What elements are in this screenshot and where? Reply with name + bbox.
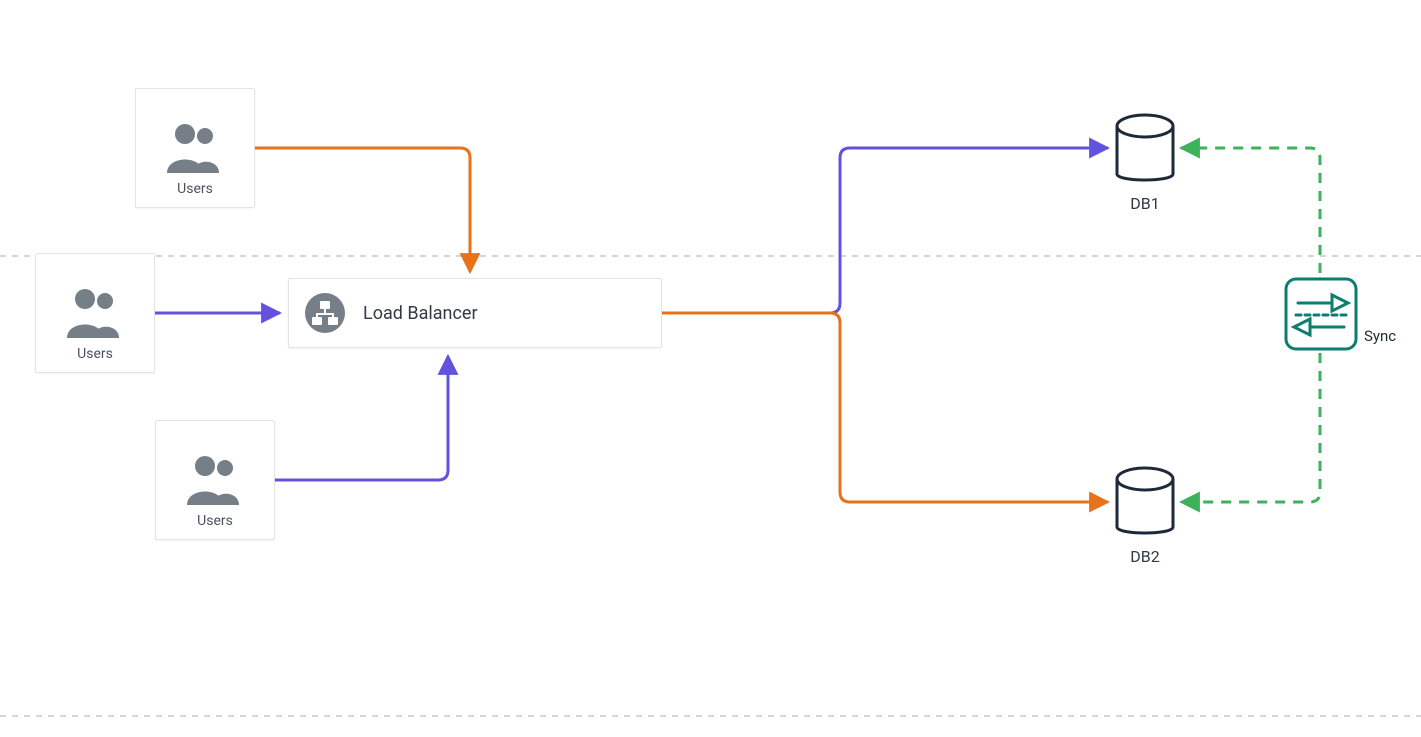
edge-users1-to-lb	[255, 148, 470, 272]
edge-sync-to-db2	[1181, 353, 1320, 502]
users-1-label: Users	[177, 181, 213, 197]
users-icon	[183, 453, 247, 507]
users-2-label: Users	[77, 346, 113, 362]
edge-lb-to-db2	[662, 313, 1108, 502]
sync-icon	[1282, 275, 1360, 353]
sync-label: Sync	[1364, 327, 1396, 345]
users-3-label: Users	[197, 513, 233, 529]
load-balancer-label: Load Balancer	[363, 303, 478, 324]
users-icon	[163, 121, 227, 175]
diagram-canvas[interactable]: Users Users Users	[0, 0, 1421, 737]
node-db2[interactable]: DB2	[1110, 465, 1180, 566]
node-load-balancer[interactable]: Load Balancer	[288, 278, 662, 348]
edge-sync-to-db1	[1181, 148, 1320, 273]
db1-label: DB1	[1110, 194, 1180, 213]
users-icon	[63, 286, 127, 340]
edge-lb-to-db1	[662, 148, 1108, 313]
load-balancer-icon	[303, 291, 347, 335]
edge-users3-to-lb	[274, 356, 448, 480]
database-icon	[1110, 465, 1180, 543]
node-users-1[interactable]: Users	[135, 88, 255, 208]
node-db1[interactable]: DB1	[1110, 112, 1180, 213]
node-users-3[interactable]: Users	[155, 420, 275, 540]
node-sync[interactable]: Sync	[1282, 275, 1392, 357]
database-icon	[1110, 112, 1180, 190]
node-users-2[interactable]: Users	[35, 253, 155, 373]
db2-label: DB2	[1110, 547, 1180, 566]
